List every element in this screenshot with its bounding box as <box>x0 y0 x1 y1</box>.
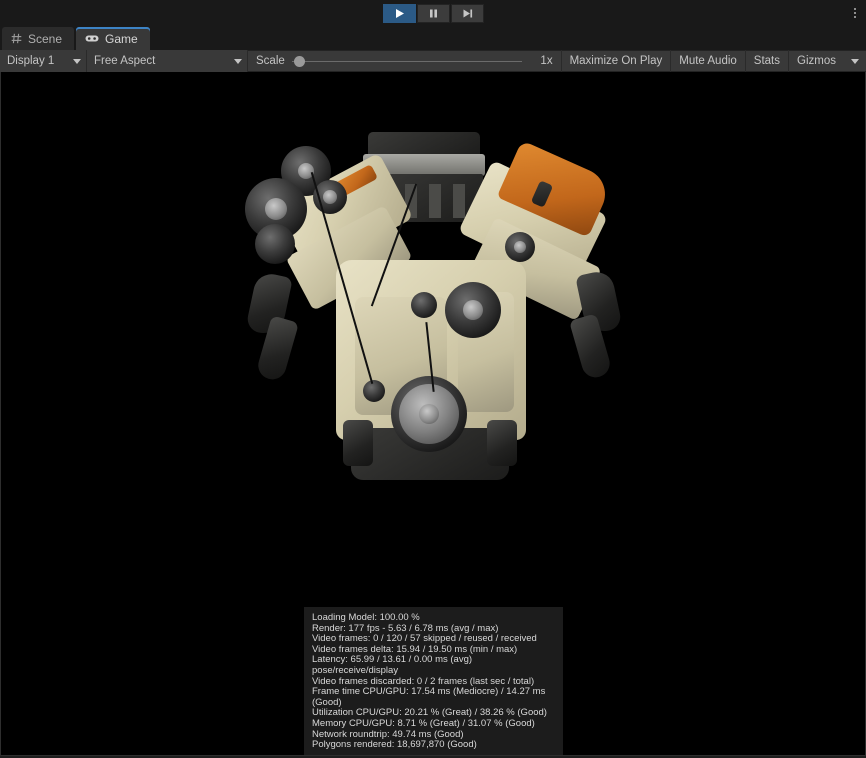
aspect-ratio-label: Free Aspect <box>94 55 155 67</box>
scale-slider[interactable] <box>292 55 522 67</box>
stat-line: Loading Model: 100.00 % <box>312 613 555 624</box>
tab-game-label: Game <box>105 32 138 46</box>
stat-line: Memory CPU/GPU: 8.71 % (Great) / 31.07 %… <box>312 719 555 730</box>
scale-value: 1x <box>529 55 553 67</box>
chevron-down-icon <box>73 59 81 64</box>
stat-line: Polygons rendered: 18,697,870 (Good) <box>312 740 555 751</box>
stat-line: Latency: 65.99 / 13.61 / 0.00 ms (avg) p… <box>312 655 555 676</box>
playback-bar <box>0 0 866 26</box>
display-dropdown-label: Display 1 <box>7 55 54 67</box>
scale-label: Scale <box>256 55 285 67</box>
tab-scene-label: Scene <box>28 32 62 46</box>
game-viewport[interactable]: Loading Model: 100.00 % Render: 177 fps … <box>0 72 866 756</box>
gizmos-button[interactable]: Gizmos <box>789 50 844 72</box>
chevron-down-icon <box>234 59 242 64</box>
scale-slider-track <box>292 61 522 62</box>
step-button[interactable] <box>451 4 484 23</box>
pause-button[interactable] <box>417 4 450 23</box>
overflow-menu-icon[interactable] <box>852 6 858 20</box>
tab-bar: Scene Game <box>0 26 866 50</box>
transport-controls <box>383 4 484 23</box>
aspect-ratio-dropdown[interactable]: Free Aspect <box>87 50 247 72</box>
scale-slider-knob[interactable] <box>294 56 305 67</box>
gizmos-dropdown[interactable] <box>844 50 866 72</box>
tab-scene[interactable]: Scene <box>2 27 74 50</box>
stat-line: Frame time CPU/GPU: 17.54 ms (Mediocre) … <box>312 687 555 708</box>
game-view-toolbar: Display 1 Free Aspect Scale 1x Maximize … <box>0 50 866 72</box>
stats-overlay-panel: Loading Model: 100.00 % Render: 177 fps … <box>304 607 563 756</box>
engine-3d-model <box>233 132 633 502</box>
scale-control: Scale 1x <box>248 50 561 72</box>
chevron-down-icon <box>851 59 859 64</box>
maximize-on-play-button[interactable]: Maximize On Play <box>562 50 671 72</box>
mute-audio-button[interactable]: Mute Audio <box>671 50 745 72</box>
grid-icon <box>11 33 22 44</box>
gamepad-icon <box>85 33 99 44</box>
play-button[interactable] <box>383 4 416 23</box>
stats-button[interactable]: Stats <box>746 50 788 72</box>
tab-game[interactable]: Game <box>76 27 150 50</box>
display-dropdown[interactable]: Display 1 <box>0 50 86 72</box>
